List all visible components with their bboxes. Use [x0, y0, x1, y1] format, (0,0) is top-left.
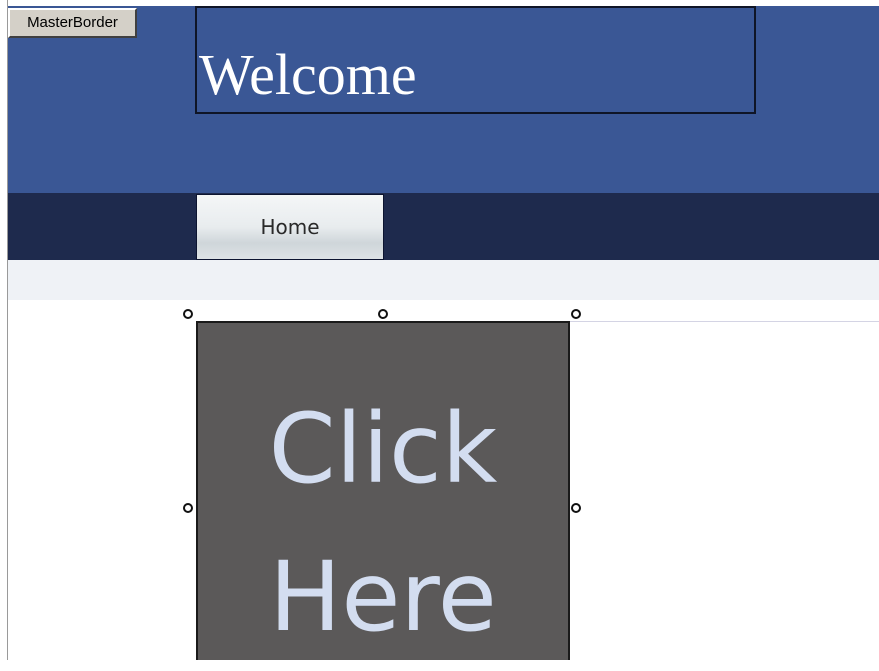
resize-handle-top-center[interactable] — [378, 309, 388, 319]
click-here-button[interactable]: Click Here — [196, 321, 570, 660]
resize-handle-top-right[interactable] — [571, 309, 581, 319]
click-here-label: Click Here — [198, 375, 568, 671]
click-here-line2: Here — [269, 541, 497, 653]
resize-handle-middle-left[interactable] — [183, 503, 193, 513]
welcome-title: Welcome — [199, 42, 417, 107]
resize-handle-middle-right[interactable] — [571, 503, 581, 513]
resize-handle-top-left[interactable] — [183, 309, 193, 319]
click-here-line1: Click — [268, 393, 498, 505]
nav-home-tab[interactable]: Home — [196, 194, 384, 260]
sub-bar — [8, 260, 879, 300]
nav-home-label: Home — [260, 215, 320, 239]
nav-bar — [8, 193, 879, 260]
welcome-title-box[interactable]: Welcome — [195, 6, 756, 114]
content-area-border — [566, 321, 879, 322]
master-border-tag[interactable]: MasterBorder — [8, 8, 137, 38]
